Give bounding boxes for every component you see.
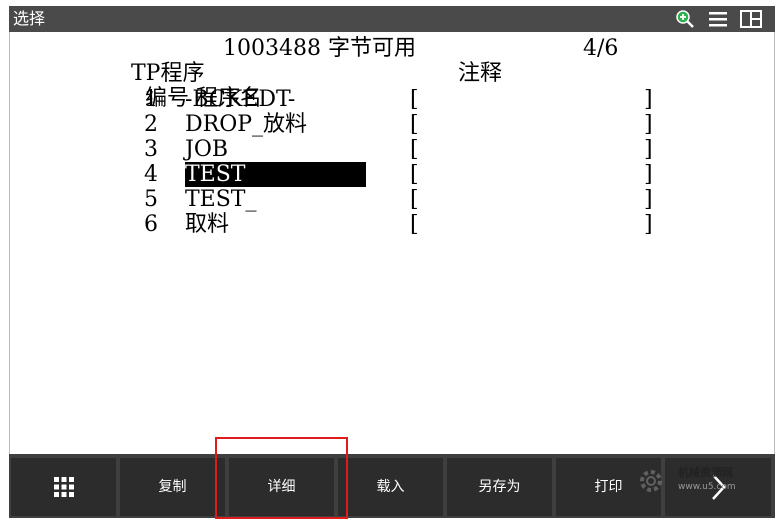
program-row-selected[interactable]: 4 TEST [ ] bbox=[0, 162, 782, 187]
program-name: TEST_ bbox=[185, 187, 257, 212]
comment-open-bracket: [ bbox=[410, 212, 419, 237]
grid-icon bbox=[53, 477, 74, 497]
comment-close-bracket: ] bbox=[644, 212, 653, 237]
program-name: JOB bbox=[185, 137, 229, 162]
column-header-comment: 注释 bbox=[458, 61, 503, 86]
program-row[interactable]: 3 JOB [ ] bbox=[0, 137, 782, 162]
program-name: 取料 bbox=[185, 212, 230, 237]
program-name: TEST bbox=[185, 162, 366, 187]
copy-button[interactable]: 复制 bbox=[120, 458, 225, 516]
comment-open-bracket: [ bbox=[410, 87, 419, 112]
comment-close-bracket: ] bbox=[644, 112, 653, 137]
program-row[interactable]: 5 TEST_ [ ] bbox=[0, 187, 782, 212]
gear-icon bbox=[640, 470, 662, 492]
comment-open-bracket: [ bbox=[410, 112, 419, 137]
comment-close-bracket: ] bbox=[644, 162, 653, 187]
program-name: -BCKEDT- bbox=[185, 87, 296, 112]
menu-icon[interactable] bbox=[707, 9, 729, 29]
program-number: 1 bbox=[144, 87, 158, 112]
program-row[interactable]: 1 -BCKEDT- [ ] bbox=[0, 87, 782, 112]
bytes-free-label: 1003488 字节可用 bbox=[223, 36, 416, 61]
screen-title: 选择 bbox=[13, 9, 46, 28]
program-number: 5 bbox=[144, 187, 158, 212]
page-indicator: 4/6 bbox=[583, 36, 619, 61]
program-number: 6 bbox=[144, 212, 158, 237]
program-number: 2 bbox=[144, 112, 158, 137]
program-number: 4 bbox=[144, 162, 158, 187]
title-bar: 选择 bbox=[9, 6, 775, 32]
watermark-logo: 机械资源网 www.u5.com bbox=[636, 462, 766, 502]
comment-close-bracket: ] bbox=[644, 187, 653, 212]
detail-button[interactable]: 详细 bbox=[229, 458, 334, 516]
comment-open-bracket: [ bbox=[410, 162, 419, 187]
split-screen-icon[interactable] bbox=[739, 9, 763, 29]
menu-grid-button[interactable] bbox=[11, 458, 116, 516]
comment-close-bracket: ] bbox=[644, 87, 653, 112]
save-as-button[interactable]: 另存为 bbox=[447, 458, 552, 516]
comment-open-bracket: [ bbox=[410, 137, 419, 162]
program-number: 3 bbox=[144, 137, 158, 162]
comment-close-bracket: ] bbox=[644, 137, 653, 162]
watermark-title: 机械资源网 bbox=[678, 466, 733, 479]
watermark-url: www.u5.com bbox=[678, 482, 736, 492]
zoom-in-icon[interactable] bbox=[675, 9, 695, 29]
comment-open-bracket: [ bbox=[410, 187, 419, 212]
program-row[interactable]: 6 取料 [ ] bbox=[0, 212, 782, 237]
program-name: DROP_放料 bbox=[185, 112, 308, 137]
load-button[interactable]: 载入 bbox=[338, 458, 443, 516]
program-row[interactable]: 2 DROP_放料 [ ] bbox=[0, 112, 782, 137]
